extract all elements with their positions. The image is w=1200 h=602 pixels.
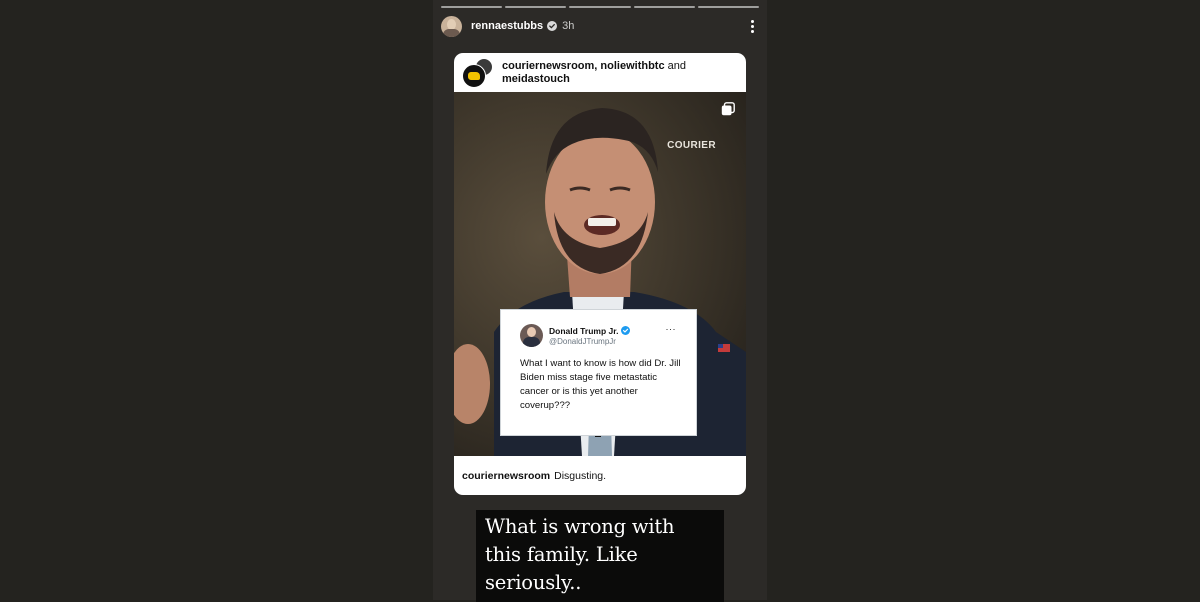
user-avatar[interactable] [441, 15, 462, 37]
tweet-author-name-text: Donald Trump Jr. [549, 325, 619, 336]
collaborator-avatars[interactable] [462, 57, 493, 88]
collaborators-names: couriernewsroom, noliewithbtc [502, 59, 665, 72]
embedded-tweet: Donald Trump Jr. @DonaldJTrumpJr ··· Wha… [500, 309, 697, 436]
progress-segment [569, 6, 631, 8]
post-caption: couriernewsroom Disgusting. [454, 456, 746, 495]
story-timestamp: 3h [562, 20, 575, 32]
tweet-author-avatar [520, 324, 543, 347]
story-header: rennaestubbs 3h [441, 14, 759, 38]
tweet-more-icon: ··· [665, 324, 676, 334]
progress-segment [633, 6, 695, 8]
collaborators-title[interactable]: couriernewsroom, noliewithbtc and meidas… [502, 60, 686, 86]
tweet-header: Donald Trump Jr. @DonaldJTrumpJr ··· [520, 324, 684, 347]
post-image[interactable]: COURIER Donald Trump Jr. @DonaldJTrumpJr [454, 92, 746, 456]
shared-post-card[interactable]: couriernewsroom, noliewithbtc and meidas… [454, 53, 746, 495]
carousel-copy-icon [721, 102, 735, 116]
collaborators-last: meidastouch [502, 72, 570, 85]
caption-username[interactable]: couriernewsroom [462, 470, 550, 482]
tweet-text: What I want to know is how did Dr. Jill … [520, 358, 681, 411]
caption-text: Disgusting. [554, 469, 607, 482]
progress-segment [505, 6, 567, 8]
progress-segment [441, 6, 503, 8]
verified-badge-icon [547, 21, 558, 31]
story-text-overlay: What is wrong with this family. Like ser… [476, 510, 724, 602]
more-vertical-icon[interactable] [745, 18, 759, 34]
progress-segment [697, 6, 760, 8]
verified-badge-icon [621, 326, 631, 335]
story-progress-bar [441, 6, 760, 8]
tweet-handle: @DonaldJTrumpJr [549, 336, 616, 346]
collaborators-and: and [664, 59, 686, 72]
tweet-author-name: Donald Trump Jr. [549, 325, 631, 336]
courier-watermark: COURIER [667, 140, 716, 151]
post-header: couriernewsroom, noliewithbtc and meidas… [454, 53, 746, 92]
story-username[interactable]: rennaestubbs [471, 20, 543, 32]
